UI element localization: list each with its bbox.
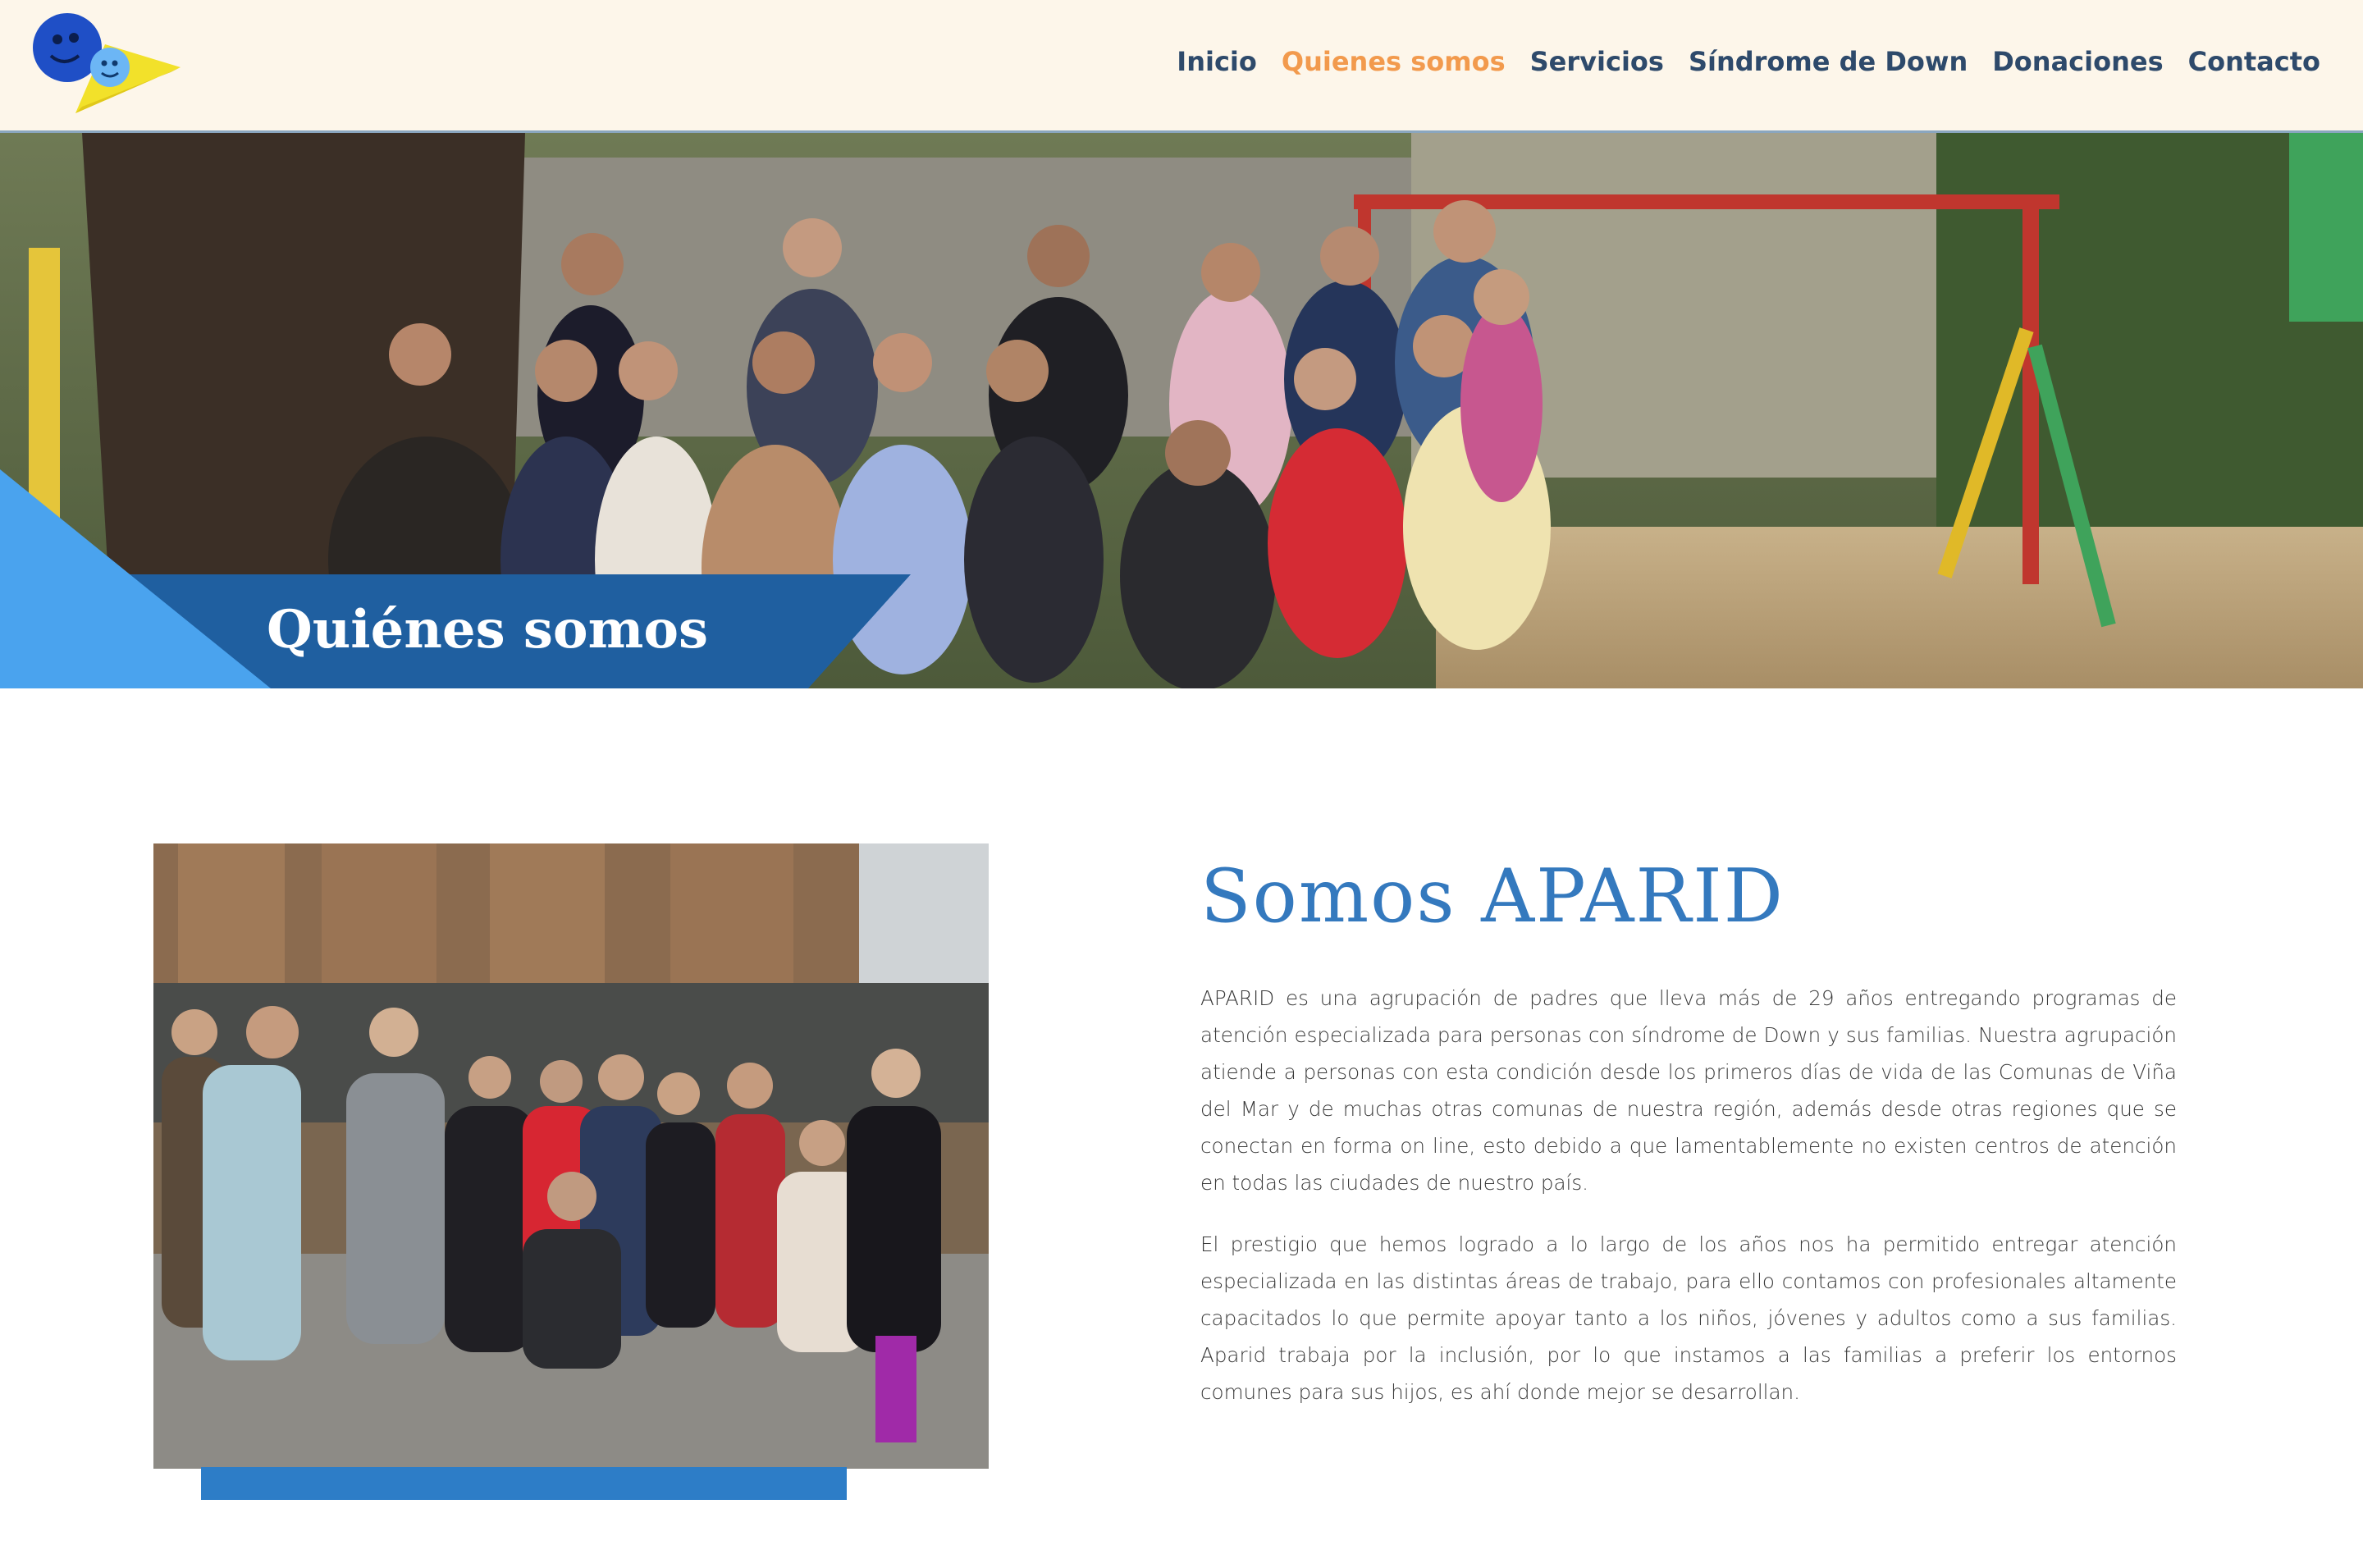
nav-contacto[interactable]: Contacto <box>2188 46 2320 77</box>
nav-servicios[interactable]: Servicios <box>1530 46 1664 77</box>
nav-donaciones[interactable]: Donaciones <box>1992 46 2163 77</box>
hero-banner: Quiénes somos <box>0 133 2363 688</box>
photo-accent-bar <box>201 1467 847 1500</box>
nav-quienes-somos[interactable]: Quienes somos <box>1282 46 1506 77</box>
main-nav: Inicio Quienes somos Servicios Síndrome … <box>1177 46 2320 77</box>
nav-sindrome-de-down[interactable]: Síndrome de Down <box>1689 46 1968 77</box>
aparid-logo[interactable] <box>25 8 189 119</box>
section-title: Somos APARID <box>1200 853 1785 939</box>
nav-inicio[interactable]: Inicio <box>1177 46 1257 77</box>
hero-title: Quiénes somos <box>267 599 709 661</box>
about-paragraph-1: APARID es una agrupación de padres que l… <box>1200 986 2177 1195</box>
site-header: Inicio Quienes somos Servicios Síndrome … <box>0 0 2363 133</box>
group-photo <box>153 843 989 1469</box>
about-paragraph-2: El prestigio que hemos logrado a lo larg… <box>1200 1232 2177 1404</box>
